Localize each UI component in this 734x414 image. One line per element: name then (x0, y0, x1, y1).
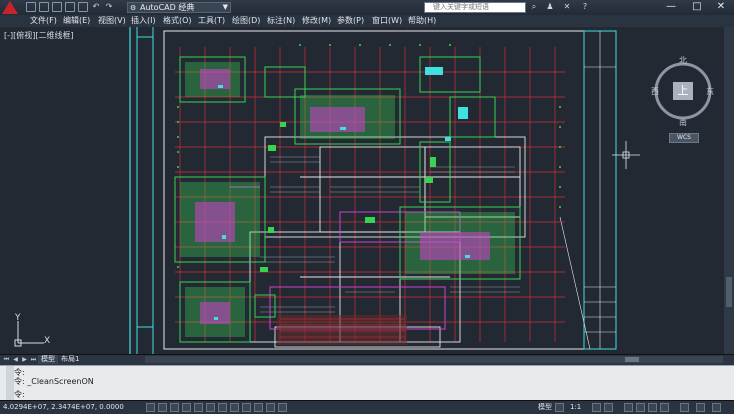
search-placeholder: 键入关键字或短语 (433, 3, 489, 11)
minimize-button[interactable]: — (658, 0, 684, 14)
menu-parametric[interactable]: 参数(P) (337, 15, 364, 27)
ucs-x-label: X (44, 336, 51, 346)
object-snap-tracking-icon[interactable] (230, 403, 239, 412)
lineweight-icon[interactable] (266, 403, 275, 412)
viewcube-north[interactable]: 北 (679, 55, 687, 66)
user-icon[interactable]: ♟ (545, 2, 555, 12)
ucs-y-label: Y (15, 313, 21, 323)
lock-icon[interactable] (636, 403, 645, 412)
transparency-icon[interactable] (278, 403, 287, 412)
workspace-label: AutoCAD 经典 (140, 3, 195, 12)
viewcube-south[interactable]: 南 (679, 117, 687, 128)
snap-mode-icon[interactable] (158, 403, 167, 412)
save-icon[interactable] (52, 2, 62, 12)
menu-view[interactable]: 视图(V) (98, 15, 126, 27)
annotation-scale[interactable]: 1:1 (570, 401, 581, 414)
menu-format[interactable]: 格式(O) (163, 15, 192, 27)
search-input[interactable]: 键入关键字或短语 (424, 2, 526, 13)
menu-file[interactable]: 文件(F) (30, 15, 57, 27)
menu-help[interactable]: 帮助(H) (408, 15, 436, 27)
exchange-icon[interactable]: ✕ (562, 2, 572, 12)
drawing-canvas[interactable]: [-][俯视][二维线框] 北 南 东 西 上 WCS Y X (0, 27, 734, 354)
viewcube[interactable]: 北 南 东 西 上 (650, 55, 718, 128)
last-tab-icon[interactable]: ⏭ (29, 355, 38, 364)
horizontal-scroll-thumb[interactable] (625, 357, 639, 362)
polar-tracking-icon[interactable] (194, 403, 203, 412)
clean-screen-icon[interactable] (696, 403, 705, 412)
ortho-mode-icon[interactable] (182, 403, 191, 412)
object-snap-icon[interactable] (206, 403, 215, 412)
quick-view-layouts-icon[interactable] (555, 403, 564, 412)
menu-window[interactable]: 窗口(W) (372, 15, 402, 27)
maximize-button[interactable]: □ (684, 0, 710, 14)
command-history-line: 命令: _CleanScreenON (6, 377, 94, 386)
save-as-icon[interactable] (65, 2, 75, 12)
dynamic-input-icon[interactable] (254, 403, 263, 412)
coordinate-readout[interactable]: 4.0294E+07, 2.3474E+07, 0.0000 (3, 401, 124, 414)
new-file-icon[interactable] (26, 2, 36, 12)
dynamic-ucs-icon[interactable] (242, 403, 251, 412)
search-icon[interactable]: ⌕ (529, 2, 539, 12)
workspace-dropdown[interactable]: ⚙ AutoCAD 经典 ▼ (127, 2, 231, 13)
gear-icon: ⚙ (130, 4, 137, 12)
help-icon[interactable]: ? (580, 2, 590, 12)
auto-scale-icon[interactable] (604, 403, 613, 412)
menu-tools[interactable]: 工具(T) (198, 15, 225, 27)
tab-model[interactable]: 模型 (38, 355, 58, 364)
command-scrollbar[interactable] (6, 366, 14, 401)
status-bar: 4.0294E+07, 2.3474E+07, 0.0000 模型 1:1 (0, 400, 734, 414)
status-menu-icon[interactable] (680, 403, 689, 412)
model-space-label[interactable]: 模型 (538, 401, 552, 414)
menu-draw[interactable]: 绘图(D) (232, 15, 260, 27)
annotation-visibility-icon[interactable] (592, 403, 601, 412)
title-bar: ↶ ↷ ⚙ AutoCAD 经典 ▼ 键入关键字或短语 ⌕ ♟ ✕ ? — □ … (0, 0, 734, 16)
vertical-scroll-thumb[interactable] (726, 277, 732, 307)
viewcube-east[interactable]: 东 (706, 86, 714, 97)
undo-icon[interactable]: ↶ (91, 2, 101, 12)
menu-dimension[interactable]: 标注(N) (267, 15, 295, 27)
viewcube-west[interactable]: 西 (651, 86, 659, 97)
tab-layout1[interactable]: 布局1 (58, 355, 82, 364)
chevron-down-icon: ▼ (222, 3, 228, 11)
vertical-scrollbar[interactable] (724, 27, 734, 354)
menu-insert[interactable]: 插入(I) (131, 15, 156, 27)
horizontal-scrollbar[interactable] (145, 356, 723, 363)
layout-tab-bar: ⏮ ◀ ▶ ⏭ 模型 布局1 (0, 354, 734, 365)
close-button[interactable]: ✕ (708, 0, 734, 14)
cad-drawing (129, 27, 640, 354)
autocad-logo-icon[interactable] (2, 1, 18, 14)
isolate-objects-icon[interactable] (660, 403, 669, 412)
hardware-acceleration-icon[interactable] (648, 403, 657, 412)
print-icon[interactable] (78, 2, 88, 12)
3d-object-snap-icon[interactable] (218, 403, 227, 412)
redo-icon[interactable]: ↷ (104, 2, 114, 12)
workspace-switch-icon[interactable] (624, 403, 633, 412)
wcs-menu[interactable]: WCS (669, 133, 699, 143)
first-tab-icon[interactable]: ⏮ (2, 355, 11, 364)
prev-tab-icon[interactable]: ◀ (11, 355, 20, 364)
command-line[interactable]: 命令: 命令: _CleanScreenON 命令: (0, 365, 734, 401)
menu-edit[interactable]: 编辑(E) (63, 15, 90, 27)
infer-constraints-icon[interactable] (146, 403, 155, 412)
next-tab-icon[interactable]: ▶ (20, 355, 29, 364)
menu-modify[interactable]: 修改(M) (302, 15, 331, 27)
settings-icon[interactable] (712, 403, 721, 412)
viewcube-top-face[interactable]: 上 (673, 82, 693, 100)
open-file-icon[interactable] (39, 2, 49, 12)
grid-display-icon[interactable] (170, 403, 179, 412)
